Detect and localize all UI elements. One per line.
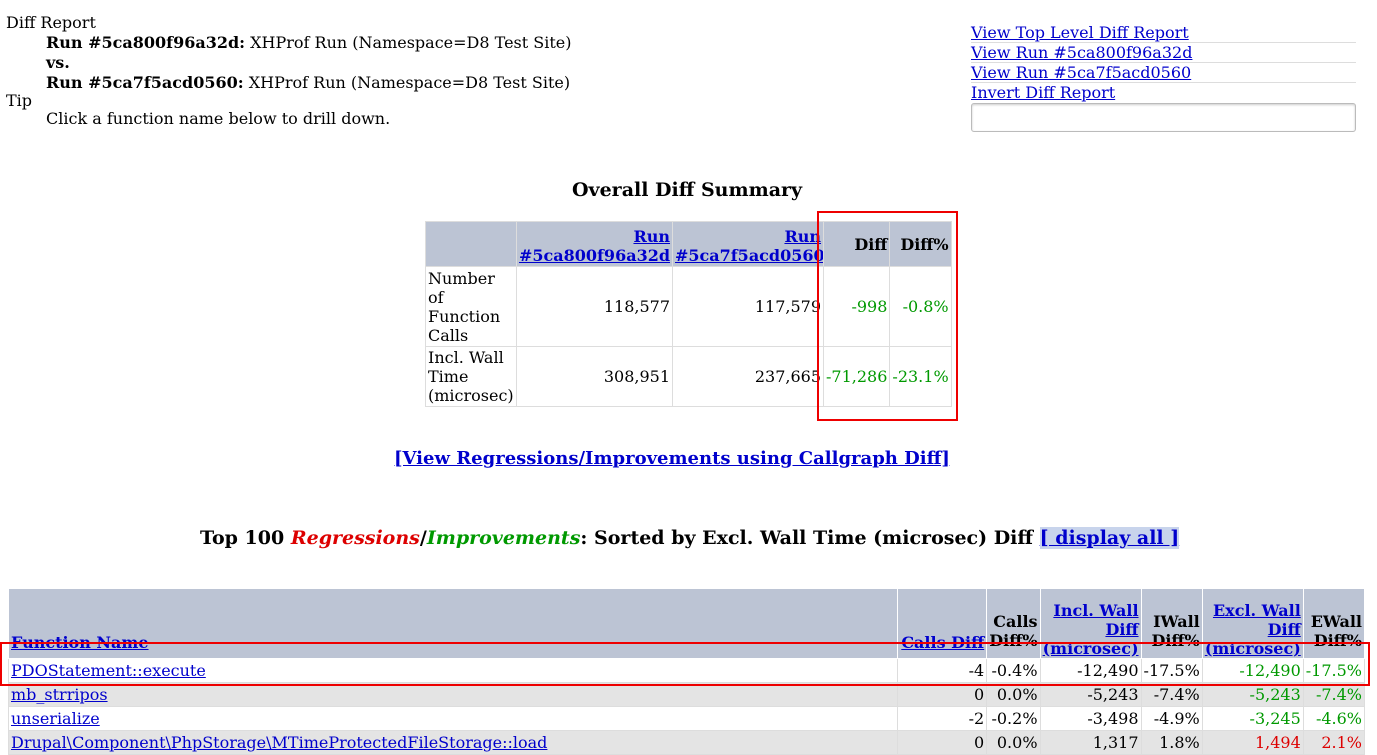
calls-diffpct-cell: 0.0%: [986, 730, 1041, 755]
sort-excl-wall-a: Excl. Wall: [1212, 601, 1301, 620]
summary-run1-link-a: Run: [633, 227, 671, 246]
incl-wall-diff-cell: -3,498: [1039, 706, 1142, 731]
function-link[interactable]: Drupal\Component\PhpStorage\MTimeProtect…: [11, 733, 547, 752]
calls-diff-cell: -2: [897, 706, 988, 731]
excl-wall-diff-cell: -3,245: [1201, 706, 1304, 731]
summary-run2-link[interactable]: Run #5ca7f5acd0560: [675, 227, 824, 265]
calls-diffpct-cell: -0.2%: [986, 706, 1041, 731]
view-top-level-link[interactable]: View Top Level Diff Report: [971, 23, 1189, 42]
sort-incl-wall-a: Incl. Wall: [1053, 601, 1139, 620]
vs-line: vs.: [6, 53, 571, 73]
function-name-cell: mb_strripos: [7, 682, 899, 707]
calls-diff-cell: 0: [897, 730, 988, 755]
col-iwall-diffpct-a: IWall: [1153, 612, 1200, 631]
summary-run2-link-b: #5ca7f5acd0560: [675, 246, 824, 265]
summary-label-line: Number: [428, 268, 495, 288]
tip-text: Click a function name below to drill dow…: [46, 109, 391, 128]
summary-corner-header: [425, 221, 517, 267]
iwall-diffpct-cell: -7.4%: [1140, 682, 1203, 707]
calls-diffpct-cell: 0.0%: [986, 682, 1041, 707]
summary-run2-value: 117,579: [672, 266, 825, 347]
sort-excl-wall-b: Diff: [1267, 620, 1301, 639]
summary-label-line: Calls: [428, 325, 469, 345]
highlight-box: [817, 211, 958, 421]
function-link[interactable]: mb_strripos: [11, 685, 108, 704]
col-calls-diffpct-a: Calls: [993, 612, 1038, 631]
ewall-diffpct-cell: -7.4%: [1302, 682, 1366, 707]
excl-wall-diff-cell: 1,494: [1201, 730, 1304, 755]
summary-label-line: (microsec): [428, 386, 514, 405]
summary-run2-header: Run #5ca7f5acd0560: [672, 221, 825, 267]
incl-wall-diff-cell: -5,243: [1039, 682, 1142, 707]
function-name-cell: Drupal\Component\PhpStorage\MTimeProtect…: [7, 730, 899, 755]
incl-wall-diff-cell: 1,317: [1039, 730, 1142, 755]
iwall-diffpct-cell: 1.8%: [1140, 730, 1203, 755]
callgraph-diff-link[interactable]: [View Regressions/Improvements using Cal…: [394, 448, 950, 469]
summary-run1-value: 308,951: [515, 346, 674, 407]
top-list-title: Top 100 Regressions/Improvements: Sorted…: [200, 527, 1180, 549]
view-run1-link[interactable]: View Run #5ca800f96a32d: [971, 43, 1192, 62]
summary-run1-header: Run #5ca800f96a32d: [515, 221, 674, 267]
run1-label: Run #5ca800f96a32d:: [46, 33, 246, 52]
table-row: mb_strripos 0 0.0% -5,243 -7.4% -5,243 -…: [7, 682, 1366, 707]
sort-incl-wall-b: Diff: [1105, 620, 1139, 639]
summary-row-label: Number of Function Calls: [425, 266, 517, 347]
excl-wall-diff-cell: -5,243: [1201, 682, 1304, 707]
ewall-diffpct-cell: 2.1%: [1302, 730, 1366, 755]
top-title-regressions: Regressions: [290, 527, 420, 549]
summary-label-line: of: [428, 287, 444, 307]
view-run2-link[interactable]: View Run #5ca7f5acd0560: [971, 63, 1191, 82]
top-title-prefix: Top 100: [200, 527, 291, 549]
nav-links: View Top Level Diff Report View Run #5ca…: [971, 23, 1356, 132]
summary-label-line: Function: [428, 306, 501, 326]
function-link[interactable]: unserialize: [11, 709, 100, 728]
summary-run2-value: 237,665: [672, 346, 825, 407]
top-title-slash: /: [419, 527, 427, 549]
table-row: unserialize -2 -0.2% -3,498 -4.9% -3,245…: [7, 706, 1366, 731]
report-title: Diff Report: [6, 13, 96, 32]
ewall-diffpct-cell: -4.6%: [1302, 706, 1366, 731]
calls-diff-cell: 0: [897, 682, 988, 707]
summary-title: Overall Diff Summary: [572, 179, 803, 201]
top-title-suffix: : Sorted by Excl. Wall Time (microsec) D…: [580, 527, 1040, 549]
run2-desc: XHProf Run (Namespace=D8 Test Site): [248, 73, 571, 92]
col-ewall-diffpct-a: EWall: [1310, 612, 1362, 631]
run2-label: Run #5ca7f5acd0560:: [46, 73, 244, 92]
summary-label-line: Incl. Wall: [428, 348, 504, 367]
display-all-link[interactable]: [ display all ]: [1039, 527, 1180, 549]
summary-run1-link-b: #5ca800f96a32d: [519, 246, 671, 265]
invert-diff-link[interactable]: Invert Diff Report: [971, 83, 1115, 102]
iwall-diffpct-cell: -4.9%: [1140, 706, 1203, 731]
table-row: Drupal\Component\PhpStorage\MTimeProtect…: [7, 730, 1366, 755]
top-title-improvements: Improvements: [426, 527, 581, 549]
summary-run1-link[interactable]: Run #5ca800f96a32d: [519, 227, 670, 265]
search-input[interactable]: [971, 103, 1356, 132]
vs-label: vs.: [46, 53, 70, 72]
highlight-box: [0, 642, 1370, 686]
summary-run2-link-a: Run: [784, 227, 822, 246]
summary-run1-value: 118,577: [515, 266, 674, 347]
run1-line: Run #5ca800f96a32d: XHProf Run (Namespac…: [6, 33, 571, 53]
run1-desc: XHProf Run (Namespace=D8 Test Site): [250, 33, 572, 52]
summary-label-line: Time: [428, 367, 469, 386]
function-name-cell: unserialize: [7, 706, 899, 731]
tip-label: Tip: [6, 91, 33, 110]
summary-row-label: Incl. Wall Time (microsec): [425, 346, 517, 407]
report-header: Diff Report Run #5ca800f96a32d: XHProf R…: [6, 13, 571, 129]
run2-line: Run #5ca7f5acd0560: XHProf Run (Namespac…: [6, 73, 571, 93]
